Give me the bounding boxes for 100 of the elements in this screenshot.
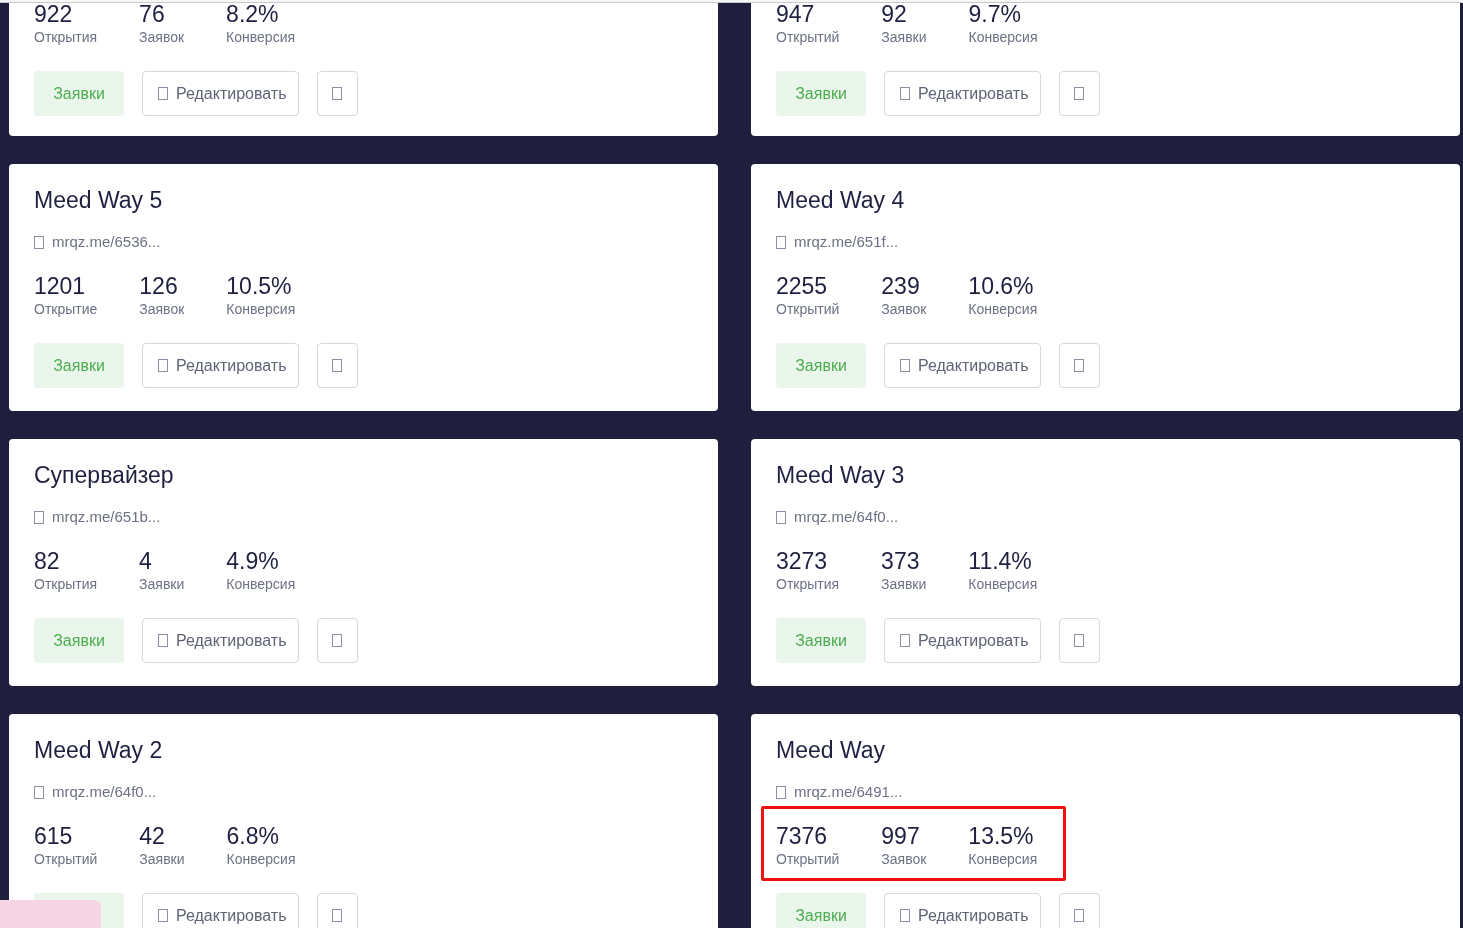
short-link[interactable]: mrqz.me/64f0... [794,508,899,526]
stat-value: 92 [881,3,908,26]
stat-label: Открытие [34,301,98,317]
stat-value: 6.8% [226,824,280,848]
stat-label: Открытий [776,29,840,45]
stat-label: Заявки [881,576,927,592]
stat-value: 10.6% [968,274,1035,298]
short-link[interactable]: mrqz.me/651b... [52,508,161,526]
stat-value: 1201 [34,274,87,298]
stat-label: Открытия [776,576,840,592]
stat-label: Конверсия [968,29,1038,45]
card-title: Meed Way 4 [776,187,905,213]
edit-button[interactable]: Редактировать [142,71,299,116]
edit-button[interactable]: Редактировать [884,893,1041,928]
requests-button[interactable]: Заявки [776,618,866,663]
icon-button[interactable] [316,71,358,116]
stat-value: 9.7% [968,3,1022,26]
stat-label: Заявок [881,851,927,867]
requests-button[interactable]: Заявки [776,893,866,928]
edit-button[interactable]: Редактировать [884,71,1041,116]
blank-glyph-icon [332,634,343,647]
stat-value: 82 [34,549,61,573]
blank-glyph-icon [1074,634,1085,647]
icon-button[interactable] [1058,343,1100,388]
stat-label: Конверсия [968,851,1038,867]
stat-value: 239 [881,274,921,298]
short-link[interactable]: mrqz.me/6491... [794,783,903,801]
card-title: Супервайзер [34,462,174,488]
card-title: Meed Way 2 [34,737,163,763]
blank-glyph-icon [1074,359,1085,372]
stat-label: Заявки [139,576,185,592]
blank-glyph-icon [332,359,343,372]
short-link[interactable]: mrqz.me/64f0... [52,783,157,801]
edit-button[interactable]: Редактировать [142,618,299,663]
stat-value: 947 [776,3,816,26]
requests-button[interactable]: Заявки [34,618,124,663]
blank-glyph-icon [158,359,168,372]
blank-glyph-icon [1074,87,1085,100]
edit-button[interactable]: Редактировать [884,343,1041,388]
blank-glyph-icon [332,87,343,100]
stat-label: Конверсия [226,29,296,45]
stat-value: 126 [139,274,179,298]
stat-label: Конверсия [968,576,1038,592]
edit-button[interactable]: Редактировать [142,343,299,388]
stat-label: Открытия [34,576,98,592]
stat-value: 76 [139,3,166,26]
blank-glyph-icon [34,510,44,524]
stat-value: 13.5% [968,824,1035,848]
blank-glyph-icon [158,87,168,100]
requests-button[interactable]: Заявки [776,71,866,116]
stat-label: Конверсия [226,301,296,317]
edit-button[interactable]: Редактировать [884,618,1041,663]
icon-button[interactable] [316,893,358,928]
short-link[interactable]: mrqz.me/651f... [794,233,899,251]
requests-button[interactable]: Заявки [34,343,124,388]
stat-value: 615 [34,824,74,848]
stat-label: Открытий [776,301,840,317]
stat-value: 4.9% [226,549,280,573]
blank-glyph-icon [1074,909,1085,922]
icon-button[interactable] [316,618,358,663]
requests-button[interactable]: Заявки [34,71,124,116]
stat-value: 7376 [776,824,829,848]
stat-label: Открытий [34,851,98,867]
stat-label: Заявки [881,29,927,45]
stat-label: Заявок [139,29,185,45]
stat-label: Конверсия [226,576,296,592]
stat-value: 2255 [776,274,829,298]
blank-glyph-icon [900,909,910,922]
blank-glyph-icon [776,785,786,799]
stat-label: Заявок [881,301,927,317]
blank-glyph-icon [900,634,910,647]
blank-glyph-icon [776,510,786,524]
card-title: Meed Way 5 [34,187,163,213]
icon-button[interactable] [316,343,358,388]
stat-label: Заявки [139,851,185,867]
icon-button[interactable] [1058,893,1100,928]
blank-glyph-icon [776,235,786,249]
stat-value: 997 [881,824,921,848]
stat-value: 922 [34,3,74,26]
icon-button[interactable] [1058,618,1100,663]
stat-value: 42 [139,824,166,848]
card-title: Meed Way 3 [776,462,905,488]
stat-value: 11.4% [968,549,1033,573]
requests-button[interactable]: Заявки [776,343,866,388]
edit-button[interactable]: Редактировать [142,893,299,928]
stat-label: Открытий [776,851,840,867]
stat-value: 10.5% [226,274,293,298]
stat-value: 3273 [776,549,829,573]
blank-glyph-icon [158,909,168,922]
blank-glyph-icon [34,235,44,249]
stat-value: 4 [139,549,153,573]
blank-glyph-icon [900,87,910,100]
short-link[interactable]: mrqz.me/6536... [52,233,161,251]
blank-glyph-icon [332,909,343,922]
stat-value: 8.2% [226,3,280,26]
blank-glyph-icon [158,634,168,647]
blank-glyph-icon [34,785,44,799]
stat-label: Конверсия [226,851,296,867]
stat-label: Заявок [139,301,185,317]
icon-button[interactable] [1058,71,1100,116]
